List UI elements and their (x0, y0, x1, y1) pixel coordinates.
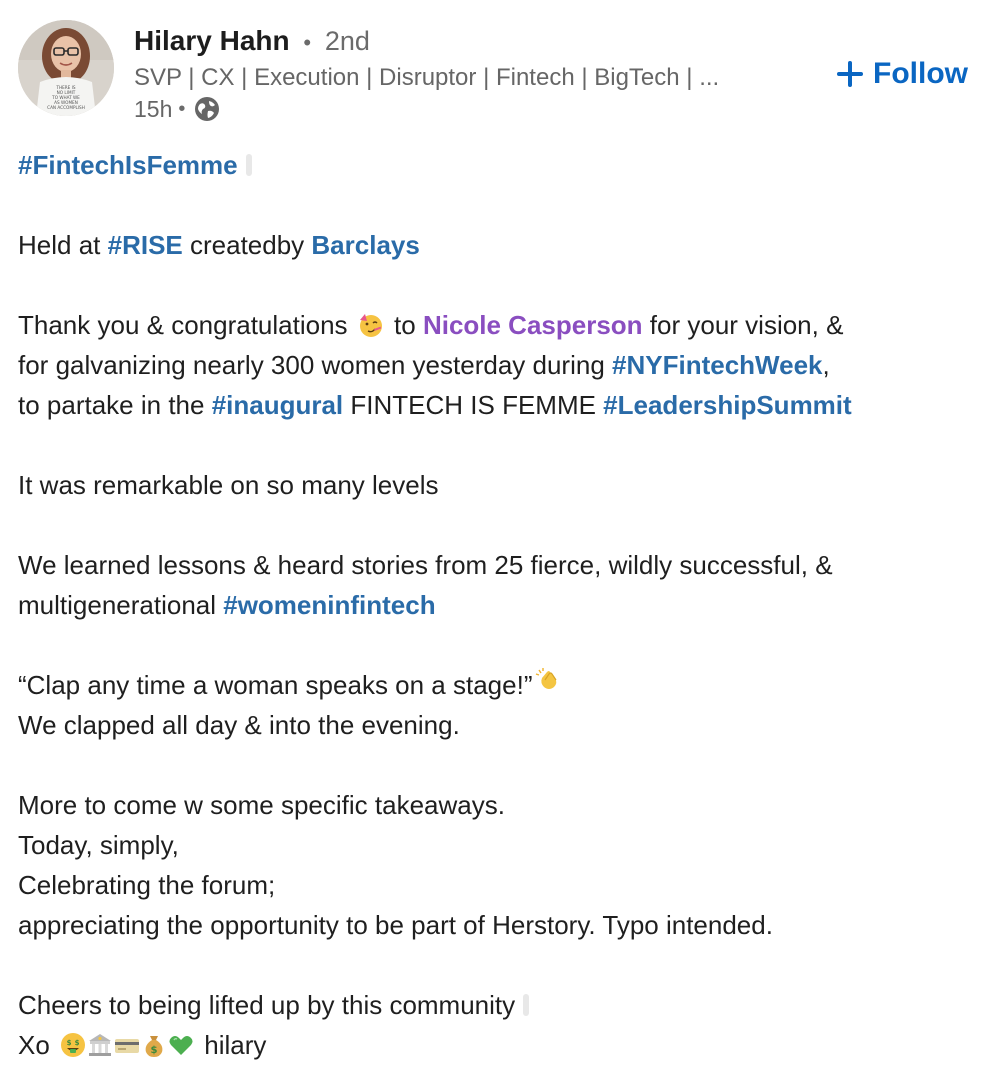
post-line-1: #FintechIsFemme (18, 145, 978, 185)
text-hilary-signoff: hilary (204, 1030, 267, 1060)
post-line-16: Xo $ $ $ hilary (18, 1025, 978, 1065)
post-line-12: Today, simply, (18, 830, 179, 860)
plus-icon (837, 61, 864, 87)
post-line-2: Held at #RISE createdby Barclays (18, 225, 978, 265)
text-multigenerational: multigenerational (18, 590, 224, 620)
hashtag-fintechisfemme[interactable]: #FintechIsFemme (18, 150, 238, 180)
text-to-partake: to partake in the (18, 390, 212, 420)
exclamation-emoji (245, 154, 252, 176)
exclamation-emoji (523, 994, 530, 1016)
money-bag-emoji: $ (141, 1032, 167, 1058)
hashtag-leadershipsummit[interactable]: #LeadershipSummit (603, 390, 852, 420)
bank-emoji (87, 1032, 113, 1058)
mention-barclays[interactable]: Barclays (311, 230, 419, 260)
clapping-hands-emoji (535, 666, 561, 692)
text-clap-quote: “Clap any time a woman speaks on a stage… (18, 670, 533, 700)
money-mouth-face-emoji: $ $ (60, 1032, 86, 1058)
follow-button[interactable]: Follow (837, 54, 968, 94)
text-xo: Xo (18, 1030, 50, 1060)
post-line-9: “Clap any time a woman speaks on a stage… (18, 665, 978, 705)
text-thank-you: Thank you & congratulations (18, 310, 348, 340)
text-createdby: createdby (182, 230, 312, 260)
svg-text:$: $ (75, 1039, 80, 1047)
post-line-13: Celebrating the forum; (18, 870, 276, 900)
text-for-your-vision: for your vision, & (642, 310, 844, 340)
post-line-7: We learned lessons & heard stories from … (18, 550, 833, 580)
post-line-15: Cheers to being lifted up by this commun… (18, 985, 978, 1025)
connection-degree: 2nd (324, 26, 370, 56)
text-cheers: Cheers to being lifted up by this commun… (18, 990, 516, 1020)
avatar[interactable]: THERE IS NO LIMIT TO WHAT WE AS WOMEN CA… (18, 20, 114, 116)
post-meta: 15h • (134, 94, 221, 124)
author-name-line: Hilary Hahn • 2nd (134, 24, 370, 60)
shirt-text-5: CAN ACCOMPLISH (47, 105, 85, 110)
post-line-3: Thank you & congratulations to Nicole Ca… (18, 305, 978, 345)
hashtag-womeninfintech[interactable]: #womeninfintech (223, 590, 435, 620)
hashtag-nyfintechweek[interactable]: #NYFintechWeek (612, 350, 822, 380)
svg-text:$: $ (67, 1039, 72, 1047)
follow-label: Follow (873, 57, 968, 90)
svg-text:$: $ (151, 1045, 158, 1056)
text-to: to (394, 310, 423, 340)
post-body: #FintechIsFemme Held at #RISE createdby … (18, 145, 978, 1065)
text-galvanizing: for galvanizing nearly 300 women yesterd… (18, 350, 613, 380)
post-line-14: appreciating the opportunity to be part … (18, 910, 773, 940)
name-separator: • (303, 30, 312, 55)
hashtag-rise[interactable]: #RISE (108, 230, 183, 260)
text-held-at: Held at (18, 230, 108, 260)
credit-card-emoji (114, 1032, 140, 1058)
green-heart-emoji (168, 1032, 194, 1058)
post-line-11: More to come w some specific takeaways. (18, 790, 505, 820)
post-line-5: to partake in the #inaugural FINTECH IS … (18, 385, 978, 425)
post-line-8: multigenerational #womeninfintech (18, 585, 978, 625)
partying-face-emoji (358, 312, 384, 338)
author-headline: SVP | CX | Execution | Disruptor | Finte… (134, 64, 720, 91)
hashtag-inaugural[interactable]: #inaugural (212, 390, 343, 420)
meta-separator: • (178, 97, 186, 120)
mention-nicole-casperson[interactable]: Nicole Casperson (423, 310, 643, 340)
linkedin-post: THERE IS NO LIMIT TO WHAT WE AS WOMEN CA… (0, 0, 1004, 1088)
text-comma: , (822, 350, 830, 380)
text-fintech-is-femme: FINTECH IS FEMME (343, 390, 604, 420)
globe-icon (193, 95, 221, 123)
post-line-4: for galvanizing nearly 300 women yesterd… (18, 345, 978, 385)
post-line-6: It was remarkable on so many levels (18, 470, 439, 500)
post-time: 15h (134, 95, 173, 122)
post-line-10: We clapped all day & into the evening. (18, 710, 460, 740)
author-name[interactable]: Hilary Hahn (134, 25, 290, 56)
